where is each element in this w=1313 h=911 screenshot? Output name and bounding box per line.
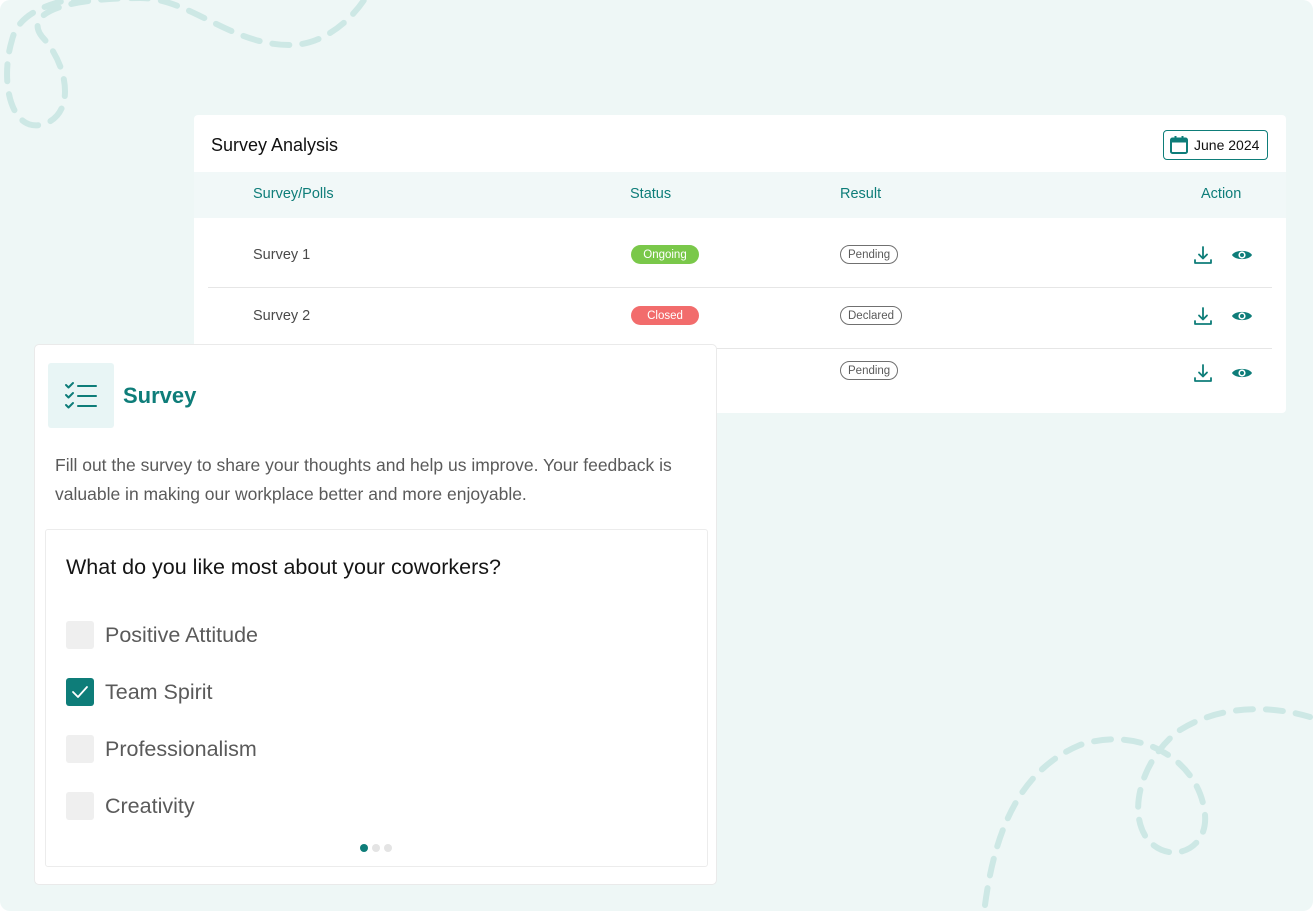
column-header-status: Status xyxy=(630,186,672,202)
download-icon[interactable] xyxy=(1192,362,1214,384)
pager-dot[interactable] xyxy=(372,844,380,852)
column-header-action: Action xyxy=(1201,186,1242,202)
option-label: Team Spirit xyxy=(105,679,213,704)
table-header: Survey/Polls Status Result Action xyxy=(194,172,1286,218)
pager-dots xyxy=(360,844,392,852)
survey-card: Survey Fill out the survey to share your… xyxy=(34,344,717,885)
calendar-icon xyxy=(1170,136,1188,154)
result-badge: Pending xyxy=(840,361,899,380)
option-label: Professionalism xyxy=(105,736,257,761)
eye-icon[interactable] xyxy=(1231,305,1253,327)
column-header-result: Result xyxy=(840,186,882,202)
survey-name: Survey 1 xyxy=(253,247,311,263)
option-creativity[interactable]: Creativity xyxy=(66,792,195,820)
survey-title: Survey xyxy=(123,383,197,408)
checkbox[interactable] xyxy=(66,621,94,649)
eye-icon[interactable] xyxy=(1231,362,1253,384)
option-positive-attitude[interactable]: Positive Attitude xyxy=(66,621,258,649)
status-badge: Closed xyxy=(631,306,699,325)
table-row: Survey 1 Ongoing Pending xyxy=(208,227,1272,288)
pager-dot[interactable] xyxy=(384,844,392,852)
result-badge: Declared xyxy=(840,306,903,325)
survey-name: Survey 2 xyxy=(253,308,311,324)
download-icon[interactable] xyxy=(1192,305,1214,327)
table-row: Survey 2 Closed Declared xyxy=(208,288,1272,349)
checkbox-checked[interactable] xyxy=(66,678,94,706)
survey-description: Fill out the survey to share your though… xyxy=(55,455,672,504)
survey-icon-box xyxy=(48,363,114,428)
option-team-spirit[interactable]: Team Spirit xyxy=(66,678,213,706)
checkmark-icon xyxy=(72,686,88,698)
result-badge: Pending xyxy=(840,245,899,264)
checkbox[interactable] xyxy=(66,792,94,820)
pager-dot-active[interactable] xyxy=(360,844,368,852)
option-professionalism[interactable]: Professionalism xyxy=(66,735,257,763)
question-box: What do you like most about your coworke… xyxy=(45,529,708,867)
question-text: What do you like most about your coworke… xyxy=(66,555,501,579)
checkbox[interactable] xyxy=(66,735,94,763)
download-icon[interactable] xyxy=(1192,244,1214,266)
option-label: Positive Attitude xyxy=(105,622,258,647)
page-background: Survey Analysis June 2024 Survey/Polls S… xyxy=(0,0,1313,911)
month-picker-button[interactable]: June 2024 xyxy=(1163,130,1268,160)
panel-title: Survey Analysis xyxy=(211,135,339,155)
column-header-survey: Survey/Polls xyxy=(253,186,334,202)
status-badge: Ongoing xyxy=(631,245,699,264)
month-picker-label: June 2024 xyxy=(1194,137,1260,153)
eye-icon[interactable] xyxy=(1231,244,1253,266)
option-label: Creativity xyxy=(105,793,195,818)
checklist-icon xyxy=(65,381,97,408)
